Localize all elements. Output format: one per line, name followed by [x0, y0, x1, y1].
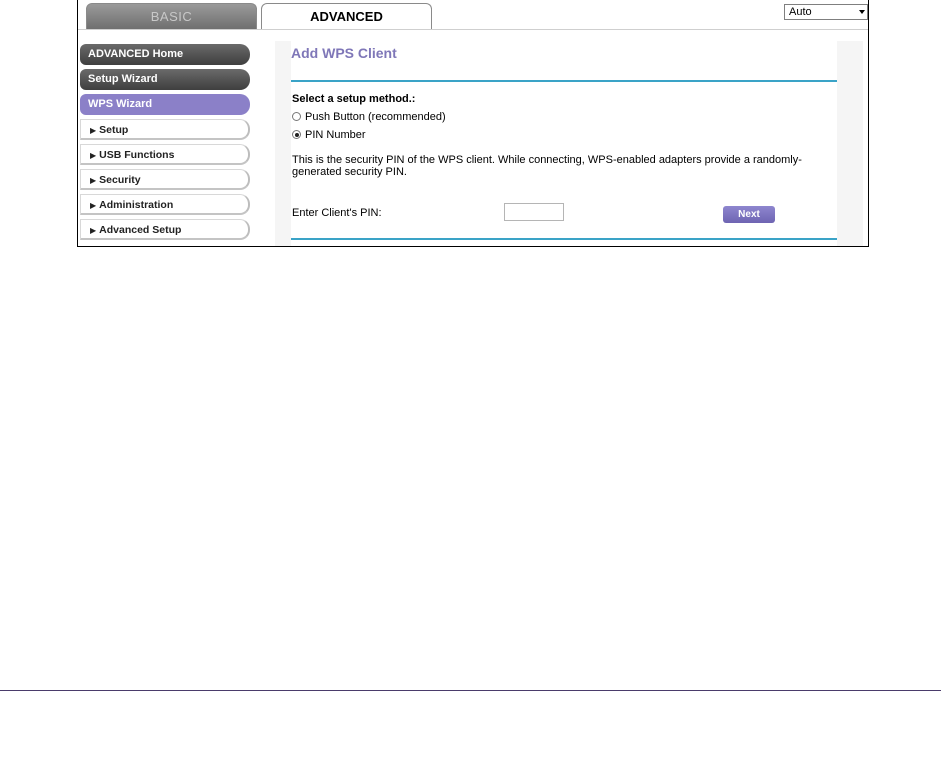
router-admin-screenshot: BASIC ADVANCED Auto ADVANCED Home Setup …	[77, 0, 869, 247]
tab-advanced[interactable]: ADVANCED	[261, 3, 432, 29]
setup-method-label: Select a setup method.:	[292, 93, 416, 105]
divider	[291, 80, 837, 82]
chevron-down-icon	[859, 10, 865, 14]
sidebar-item-label: Advanced Setup	[99, 224, 182, 236]
sidebar-item-setup[interactable]: ▶ Setup	[80, 119, 250, 140]
radio-push-button[interactable]: Push Button (recommended)	[292, 111, 446, 123]
sidebar-item-administration[interactable]: ▶ Administration	[80, 194, 250, 215]
language-select-value: Auto	[789, 6, 812, 18]
radio-label: PIN Number	[305, 129, 366, 141]
triangle-right-icon: ▶	[90, 226, 97, 235]
sidebar-item-usb-functions[interactable]: ▶ USB Functions	[80, 144, 250, 165]
divider	[291, 238, 837, 240]
sidebar-item-label: Security	[99, 174, 141, 186]
pin-label: Enter Client's PIN:	[292, 207, 382, 219]
page-title: Add WPS Client	[291, 45, 397, 61]
radio-pin-number[interactable]: PIN Number	[292, 129, 366, 141]
sidebar-item-security[interactable]: ▶ Security	[80, 169, 250, 190]
sidebar-item-label: USB Functions	[99, 149, 175, 161]
tab-basic[interactable]: BASIC	[86, 3, 257, 29]
tab-underline	[78, 29, 868, 30]
wps-form: Add WPS Client Select a setup method.: P…	[291, 41, 837, 246]
tab-bar: BASIC ADVANCED Auto	[78, 0, 868, 30]
page-footer-rule	[0, 690, 941, 691]
sidebar-item-label: Administration	[99, 199, 174, 211]
next-button[interactable]: Next	[723, 206, 775, 223]
sidebar-item-wps-wizard[interactable]: WPS Wizard	[80, 94, 250, 115]
radio-label: Push Button (recommended)	[305, 111, 446, 123]
sidebar-menu: ADVANCED Home Setup Wizard WPS Wizard ▶ S…	[80, 44, 250, 244]
pin-input[interactable]	[504, 203, 564, 221]
sidebar-item-advanced-home[interactable]: ADVANCED Home	[80, 44, 250, 65]
triangle-right-icon: ▶	[90, 176, 97, 185]
pin-description: This is the security PIN of the WPS clie…	[292, 154, 802, 178]
radio-button[interactable]	[292, 112, 301, 121]
triangle-right-icon: ▶	[90, 126, 97, 135]
language-select[interactable]: Auto	[784, 4, 868, 20]
content-area: Add WPS Client Select a setup method.: P…	[275, 41, 863, 246]
sidebar-item-setup-wizard[interactable]: Setup Wizard	[80, 69, 250, 90]
triangle-right-icon: ▶	[90, 201, 97, 210]
sidebar-item-label: Setup	[99, 124, 129, 136]
radio-button[interactable]	[292, 130, 301, 139]
sidebar-item-advanced-setup[interactable]: ▶ Advanced Setup	[80, 219, 250, 240]
triangle-right-icon: ▶	[90, 151, 97, 160]
